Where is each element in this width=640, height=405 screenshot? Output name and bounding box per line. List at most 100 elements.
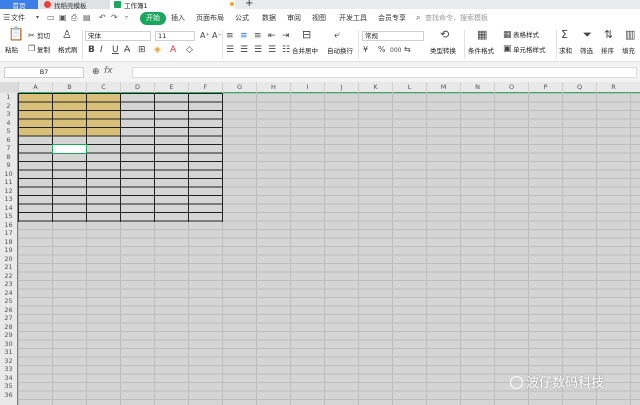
menu-developer[interactable]: 开发工具 bbox=[339, 12, 367, 25]
column-header-J[interactable]: J bbox=[324, 82, 358, 93]
row-header-12[interactable]: 12 bbox=[0, 187, 17, 196]
row-header-27[interactable]: 27 bbox=[0, 314, 17, 323]
cut-button[interactable]: 剪切 bbox=[37, 32, 50, 40]
number-format-select[interactable]: 常规 bbox=[362, 31, 424, 41]
align-top-icon[interactable]: ≡ bbox=[226, 30, 234, 42]
paste-button[interactable]: 粘贴 bbox=[5, 46, 18, 54]
row-header-20[interactable]: 20 bbox=[0, 255, 17, 264]
column-header-P[interactable]: P bbox=[528, 82, 562, 93]
chevron-down-icon[interactable]: ▾ bbox=[36, 13, 39, 23]
row-header-5[interactable]: 5 bbox=[0, 127, 17, 136]
decrease-font-icon[interactable]: A⁻ bbox=[212, 30, 222, 42]
type-convert-button[interactable]: 类型转换 bbox=[430, 47, 456, 55]
row-header-26[interactable]: 26 bbox=[0, 306, 17, 315]
row-header-36[interactable]: 36 bbox=[0, 391, 17, 400]
active-cell[interactable] bbox=[52, 144, 87, 154]
column-header-O[interactable]: O bbox=[494, 82, 528, 93]
tab-template[interactable]: 找稻壳模板 bbox=[40, 0, 110, 10]
menu-insert[interactable]: 插入 bbox=[171, 12, 185, 25]
currency-icon[interactable]: ¥ bbox=[363, 44, 368, 56]
hamburger-icon[interactable]: ☰ bbox=[3, 13, 10, 23]
column-header-F[interactable]: F bbox=[188, 82, 222, 93]
font-color-icon[interactable]: A bbox=[170, 44, 176, 56]
align-right-icon[interactable]: ☰ bbox=[254, 44, 262, 56]
wrap-text-button[interactable]: 自动换行 bbox=[327, 47, 353, 55]
paste-icon[interactable]: 📋 bbox=[8, 28, 24, 41]
align-middle-icon[interactable]: ≡ bbox=[240, 30, 248, 42]
format-painter-button[interactable]: 格式刷 bbox=[58, 46, 78, 54]
column-header-E[interactable]: E bbox=[154, 82, 188, 93]
row-header-7[interactable]: 7 bbox=[0, 144, 17, 153]
row-header-2[interactable]: 2 bbox=[0, 102, 17, 111]
row-header-10[interactable]: 10 bbox=[0, 170, 17, 179]
column-header-H[interactable]: H bbox=[256, 82, 290, 93]
zoom-icon[interactable]: ⊕ bbox=[92, 66, 100, 78]
menu-data[interactable]: 数据 bbox=[262, 12, 276, 25]
row-header-33[interactable]: 33 bbox=[0, 365, 17, 374]
tab-workbook[interactable]: 工作簿1 bbox=[110, 0, 235, 10]
column-header-R[interactable]: R bbox=[596, 82, 630, 93]
row-header-14[interactable]: 14 bbox=[0, 204, 17, 213]
row-header-6[interactable]: 6 bbox=[0, 136, 17, 145]
align-left-icon[interactable]: ☰ bbox=[226, 44, 234, 56]
menu-formula[interactable]: 公式 bbox=[235, 12, 249, 25]
clear-format-icon[interactable]: ◇ bbox=[186, 44, 193, 56]
column-header-Q[interactable]: Q bbox=[562, 82, 596, 93]
align-bottom-icon[interactable]: ≡ bbox=[254, 30, 262, 42]
sort-button[interactable]: 排序 bbox=[601, 47, 614, 55]
align-center-icon[interactable]: ☰ bbox=[240, 44, 248, 56]
fill-color-icon[interactable]: ◈ bbox=[154, 44, 161, 56]
row-header-32[interactable]: 32 bbox=[0, 357, 17, 366]
row-header-19[interactable]: 19 bbox=[0, 246, 17, 255]
row-header-13[interactable]: 13 bbox=[0, 195, 17, 204]
new-tab-button[interactable]: + bbox=[245, 0, 253, 9]
filter-button[interactable]: 筛选 bbox=[580, 47, 593, 55]
fx-icon[interactable]: fx bbox=[104, 66, 113, 76]
menu-member[interactable]: 会员专享 bbox=[378, 12, 406, 25]
column-header-C[interactable]: C bbox=[86, 82, 120, 93]
menu-start[interactable]: 开始 bbox=[140, 12, 166, 25]
row-header-18[interactable]: 18 bbox=[0, 238, 17, 247]
row-header-30[interactable]: 30 bbox=[0, 340, 17, 349]
indent-increase-icon[interactable]: ⇥ bbox=[282, 30, 290, 42]
row-header-4[interactable]: 4 bbox=[0, 119, 17, 128]
strikethrough-icon[interactable]: A̶ bbox=[124, 44, 130, 56]
table-style-button[interactable]: 表格样式 bbox=[513, 31, 539, 39]
thousands-button[interactable]: 000 bbox=[390, 45, 401, 57]
cell-grid[interactable] bbox=[18, 93, 640, 405]
row-header-23[interactable]: 23 bbox=[0, 280, 17, 289]
border-icon[interactable]: ⊞ bbox=[138, 44, 146, 56]
column-header-I[interactable]: I bbox=[290, 82, 324, 93]
italic-button[interactable]: I bbox=[100, 44, 103, 56]
menu-page-layout[interactable]: 页面布局 bbox=[196, 12, 224, 25]
redo-icon[interactable]: ↷ bbox=[111, 13, 118, 23]
row-header-3[interactable]: 3 bbox=[0, 110, 17, 119]
column-header-K[interactable]: K bbox=[358, 82, 392, 93]
row-header-15[interactable]: 15 bbox=[0, 212, 17, 221]
column-header-A[interactable]: A bbox=[18, 82, 52, 93]
print-preview-icon[interactable]: ▤ bbox=[83, 13, 91, 23]
underline-button[interactable]: U bbox=[112, 44, 119, 56]
merge-center-button[interactable]: 合并居中 bbox=[292, 47, 318, 55]
row-header-11[interactable]: 11 bbox=[0, 178, 17, 187]
row-header-35[interactable]: 35 bbox=[0, 382, 17, 391]
tab-home[interactable]: 首页 bbox=[0, 0, 38, 10]
print-icon[interactable]: ⎙ bbox=[71, 13, 77, 23]
customize-icon[interactable]: ▿ bbox=[125, 13, 128, 23]
row-header-8[interactable]: 8 bbox=[0, 153, 17, 162]
menu-view[interactable]: 视图 bbox=[312, 12, 326, 25]
row-header-9[interactable]: 9 bbox=[0, 161, 17, 170]
row-header-17[interactable]: 17 bbox=[0, 229, 17, 238]
cell-style-button[interactable]: 单元格样式 bbox=[513, 46, 546, 54]
undo-icon[interactable]: ↶ bbox=[99, 13, 106, 23]
sum-button[interactable]: 求和 bbox=[559, 47, 572, 55]
justify-icon[interactable]: ☰ bbox=[268, 44, 276, 56]
row-header-1[interactable]: 1 bbox=[0, 93, 17, 102]
folder-icon[interactable]: ▭ bbox=[47, 13, 55, 23]
font-name-select[interactable]: 宋体 bbox=[85, 31, 151, 41]
indent-decrease-icon[interactable]: ⇤ bbox=[268, 30, 276, 42]
increase-font-icon[interactable]: A⁺ bbox=[200, 30, 210, 42]
column-header-B[interactable]: B bbox=[52, 82, 86, 93]
select-all-corner[interactable] bbox=[0, 82, 18, 93]
row-header-22[interactable]: 22 bbox=[0, 272, 17, 281]
